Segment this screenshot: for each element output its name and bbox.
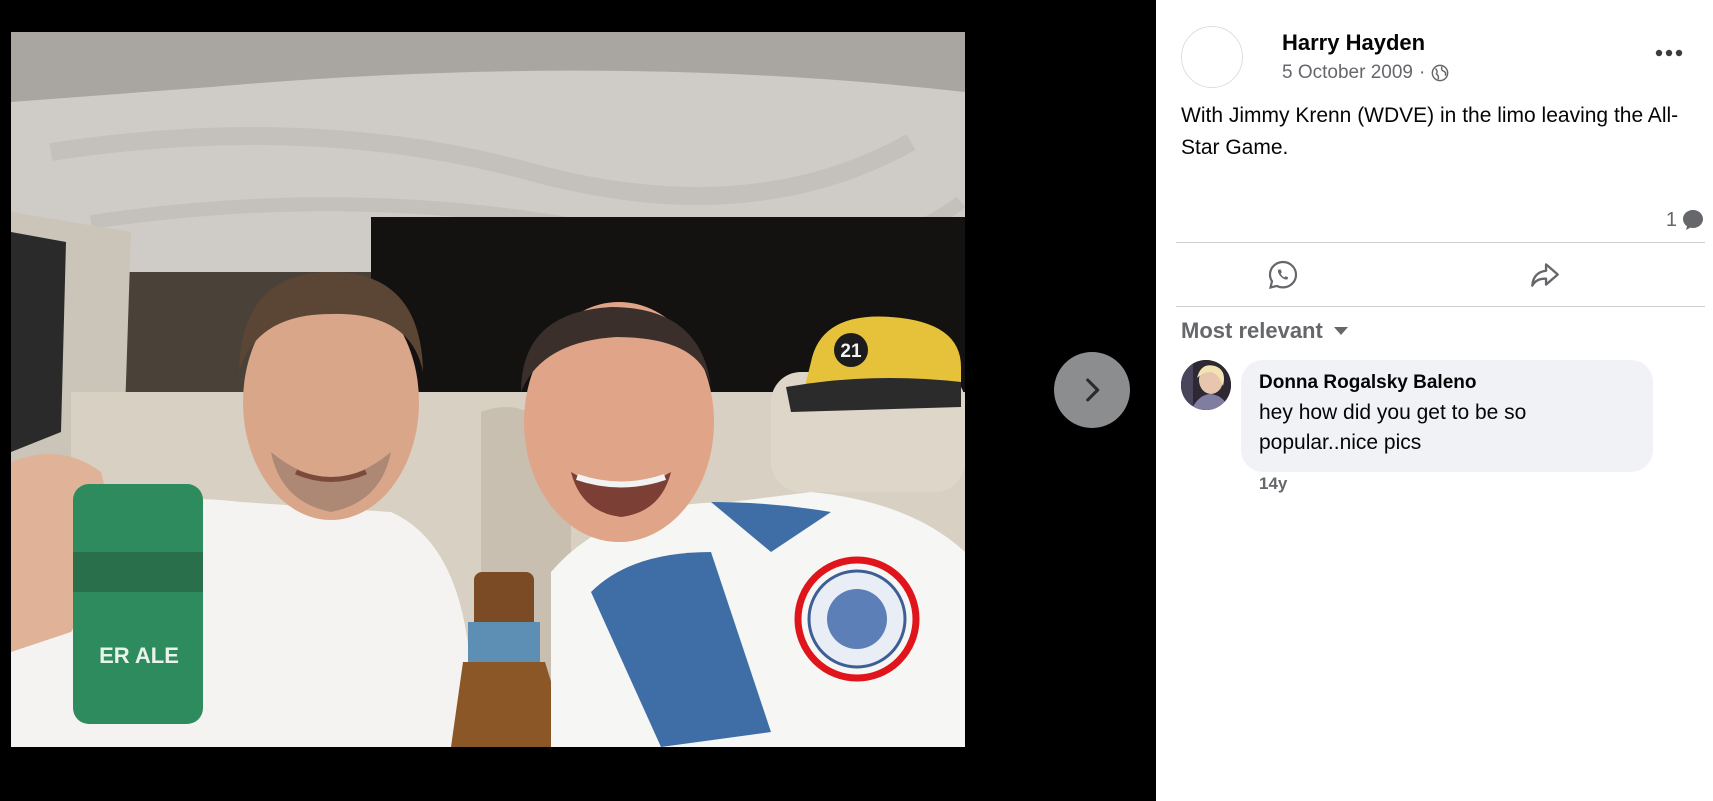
comment-sort-dropdown[interactable]: Most relevant bbox=[1181, 318, 1349, 344]
comment-bubble-icon bbox=[1683, 210, 1703, 230]
post-caption: With Jimmy Krenn (WDVE) in the limo leav… bbox=[1181, 104, 1679, 159]
whatsapp-share-button[interactable] bbox=[1260, 252, 1306, 298]
post-actions bbox=[1176, 244, 1705, 306]
more-options-button[interactable] bbox=[1651, 38, 1687, 68]
divider-top bbox=[1176, 242, 1705, 243]
photo-image: 21 ER ALE bbox=[11, 32, 965, 747]
globe-icon[interactable] bbox=[1431, 64, 1449, 82]
sort-label: Most relevant bbox=[1181, 318, 1323, 343]
comment-author[interactable]: Donna Rogalsky Baleno bbox=[1259, 372, 1635, 394]
comment-timestamp[interactable]: 14y bbox=[1259, 474, 1287, 494]
comment-count[interactable]: 1 bbox=[1666, 208, 1705, 232]
post-photo[interactable]: 21 ER ALE bbox=[11, 32, 965, 747]
comment-count-value: 1 bbox=[1665, 208, 1677, 231]
post-meta: 5 October 2009 · bbox=[1282, 62, 1449, 84]
next-photo-button[interactable] bbox=[1054, 352, 1130, 428]
post-author[interactable]: Harry Hayden bbox=[1282, 30, 1425, 56]
commenter-photo bbox=[1181, 360, 1231, 410]
whatsapp-icon bbox=[1268, 260, 1298, 290]
share-icon bbox=[1531, 263, 1559, 287]
post-panel: Harry Hayden 5 October 2009 · With Jimmy… bbox=[1156, 0, 1713, 801]
post-date[interactable]: 5 October 2009 bbox=[1282, 62, 1413, 84]
post-header: Harry Hayden 5 October 2009 · bbox=[1181, 26, 1693, 90]
author-avatar[interactable] bbox=[1181, 26, 1243, 88]
more-dots-icon bbox=[1655, 49, 1683, 57]
share-button[interactable] bbox=[1522, 252, 1568, 298]
hat-number: 21 bbox=[840, 341, 862, 362]
divider-bottom bbox=[1176, 306, 1705, 307]
comment-bubble: Donna Rogalsky Baleno hey how did you ge… bbox=[1241, 360, 1653, 472]
photo-viewer: 21 ER ALE bbox=[0, 0, 1156, 801]
chevron-right-icon bbox=[1086, 378, 1100, 402]
caret-down-icon bbox=[1333, 327, 1348, 335]
can-label: ER ALE bbox=[99, 643, 179, 668]
meta-separator: · bbox=[1418, 62, 1426, 83]
commenter-avatar[interactable] bbox=[1181, 360, 1231, 410]
comment-text: hey how did you get to be so popular..ni… bbox=[1259, 401, 1527, 454]
